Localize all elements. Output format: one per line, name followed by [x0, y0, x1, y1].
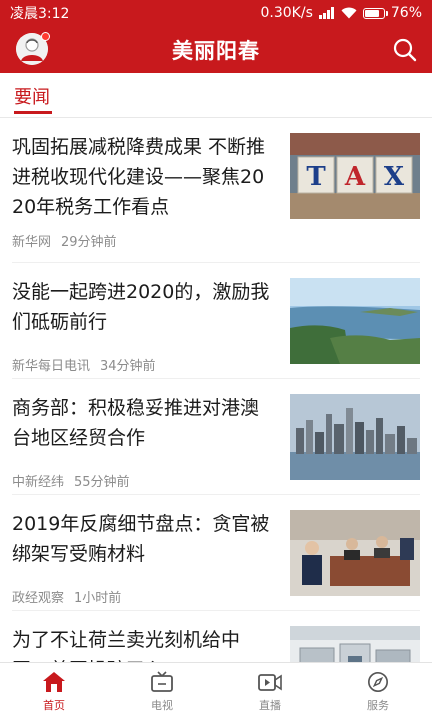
- news-title: 没能一起跨进2020的，激励我们砥砺前行: [12, 281, 270, 333]
- news-source: 政经观察: [12, 591, 65, 606]
- news-time: 34分钟前: [100, 359, 156, 374]
- battery-icon: [362, 7, 388, 19]
- network-speed: 0.30K/s: [260, 5, 313, 21]
- home-icon: [43, 672, 65, 692]
- page-title: 美丽阳春: [172, 38, 260, 63]
- status-bar: 凌晨3:12 0.30K/s 76%: [0, 0, 432, 26]
- courtroom-image: [290, 510, 420, 596]
- tax-blocks-image: T A X: [290, 133, 420, 219]
- news-time: 55分钟前: [74, 475, 130, 490]
- news-item[interactable]: 巩固拓展减税降费成果 不断推进税收现代化建设——聚焦2020年税务工作看点 新华…: [12, 118, 420, 263]
- status-time: 凌晨3:12: [10, 6, 70, 22]
- tab-active-indicator: [14, 111, 52, 114]
- bottom-nav: 首页 电视 直播 服务: [0, 662, 432, 720]
- city-skyline-image: [290, 394, 420, 480]
- app-header: 美丽阳春: [0, 26, 432, 73]
- nav-tv[interactable]: 电视: [108, 663, 216, 720]
- nav-services[interactable]: 服务: [324, 663, 432, 720]
- news-item[interactable]: 商务部：积极稳妥推进对港澳台地区经贸合作 中新经纬 55分钟前: [12, 379, 420, 495]
- news-title: 巩固拓展减税降费成果 不断推进税收现代化建设——聚焦2020年税务工作看点: [12, 136, 266, 218]
- live-video-icon: [258, 674, 282, 691]
- news-meta: 中新经纬 55分钟前: [12, 471, 130, 490]
- news-meta: 新华网 29分钟前: [12, 231, 117, 250]
- tab-headlines[interactable]: 要闻: [14, 83, 50, 109]
- news-title: 商务部：积极稳妥推进对港澳台地区经贸合作: [12, 397, 260, 449]
- news-source: 新华每日电讯: [12, 359, 91, 374]
- svg-text:X: X: [384, 162, 405, 192]
- news-time: 1小时前: [74, 591, 122, 606]
- news-time: 29分钟前: [61, 235, 117, 250]
- notification-dot: [41, 32, 50, 41]
- news-title: 2019年反腐细节盘点：贪官被绑架写受贿材料: [12, 513, 270, 565]
- status-indicators: 0.30K/s 76%: [261, 5, 423, 21]
- news-item[interactable]: 2019年反腐细节盘点：贪官被绑架写受贿材料 政经观察 1小时前: [12, 495, 420, 611]
- nav-home[interactable]: 首页: [0, 663, 108, 720]
- news-list: 巩固拓展减税降费成果 不断推进税收现代化建设——聚焦2020年税务工作看点 新华…: [0, 118, 432, 662]
- tv-icon: [151, 671, 173, 692]
- news-title: 为了不让荷兰卖光刻机给中国，美国操碎了心: [12, 629, 241, 662]
- compass-icon: [368, 672, 388, 692]
- river-landscape-image: [290, 278, 420, 364]
- svg-text:T: T: [306, 162, 326, 192]
- category-tabs: 要闻: [0, 73, 432, 118]
- nav-live[interactable]: 直播: [216, 663, 324, 720]
- battery-percent: 76%: [390, 5, 422, 21]
- news-source: 新华网: [12, 235, 52, 250]
- factory-machine-image: [290, 626, 420, 662]
- nav-label: 首页: [43, 699, 65, 712]
- news-item[interactable]: 为了不让荷兰卖光刻机给中国，美国操碎了心: [12, 611, 420, 662]
- nav-label: 服务: [367, 699, 389, 712]
- news-source: 中新经纬: [12, 475, 65, 490]
- search-icon[interactable]: [392, 37, 418, 63]
- news-item[interactable]: 没能一起跨进2020的，激励我们砥砺前行 新华每日电讯 34分钟前: [12, 263, 420, 379]
- nav-label: 直播: [259, 699, 281, 712]
- nav-label: 电视: [151, 699, 173, 712]
- news-meta: 政经观察 1小时前: [12, 587, 121, 606]
- wifi-icon: [341, 7, 357, 19]
- signal-icon: [318, 7, 334, 19]
- svg-text:A: A: [344, 162, 366, 192]
- news-meta: 新华每日电讯 34分钟前: [12, 355, 156, 374]
